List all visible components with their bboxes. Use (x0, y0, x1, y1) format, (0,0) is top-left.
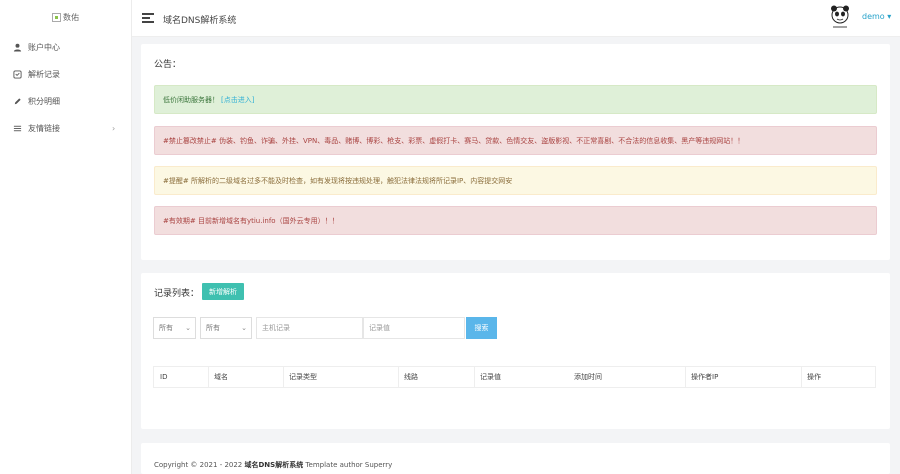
filter-select-1[interactable]: 所有 ⌄ (153, 317, 196, 339)
avatar[interactable] (828, 4, 852, 32)
column-header[interactable]: 操作 (801, 367, 821, 387)
site-title: 域名DNS解析系统 (163, 16, 237, 26)
notice-card: 公告： 低价闲助服务器！ [点击进入] #禁止篡改禁止# 伪装、钓鱼、诈骗、外挂… (141, 44, 890, 260)
add-record-button[interactable]: 新增解析 (202, 283, 244, 300)
column-header[interactable]: 记录值 (474, 367, 501, 387)
filter-select-2[interactable]: 所有 ⌄ (200, 317, 252, 339)
sidebar-item-label: 账户中心 (28, 43, 60, 52)
alert-prohibited: #禁止篡改禁止# 伪装、钓鱼、诈骗、外挂、VPN、毒品、赌博、博彩、枪支、彩票、… (154, 126, 877, 155)
menu-toggle-icon[interactable] (142, 13, 154, 23)
record-icon (11, 69, 23, 81)
host-record-input[interactable]: 主机记录 (256, 317, 363, 339)
sidebar-item-label: 友情链接 (28, 124, 60, 133)
record-value-input[interactable]: 记录值 (363, 317, 465, 339)
records-table-header: ID 域名 记录类型 线路 记录值 添加时间 操作者IP 操作 (153, 366, 876, 388)
sidebar-item-label: 积分明细 (28, 97, 60, 106)
chevron-right-icon: › (112, 124, 116, 133)
chevron-down-icon: ⌄ (241, 324, 247, 332)
sidebar-item-label: 解析记录 (28, 70, 60, 79)
search-button[interactable]: 搜索 (466, 317, 497, 339)
alert-validity: #有效期# 目前新增域名有ytiu.info（国外云专用）！！ (154, 206, 877, 235)
footer: Copyright © 2021 - 2022 域名DNS解析系统 Templa… (141, 443, 890, 474)
enter-link[interactable]: [点击进入] (221, 95, 254, 105)
sidebar-item-links[interactable]: 友情链接 › (0, 115, 131, 142)
broken-image-icon (52, 12, 61, 22)
sidebar-item-account[interactable]: 账户中心 (0, 34, 131, 61)
column-header[interactable]: 添加时间 (574, 367, 602, 387)
copyright-prefix: Copyright © 2021 - 2022 (154, 461, 245, 469)
sidebar-item-points[interactable]: 积分明细 (0, 88, 131, 115)
column-header[interactable]: 域名 (208, 367, 228, 387)
list-icon (11, 123, 23, 135)
alert-success: 低价闲助服务器！ [点击进入] (154, 85, 877, 114)
footer-brand: 域名DNS解析系统 (244, 461, 304, 469)
sidebar-item-records[interactable]: 解析记录 (0, 61, 131, 88)
logo[interactable]: 数佑 (0, 0, 131, 34)
top-bar: 域名DNS解析系统 demo ▾ (132, 0, 900, 37)
notice-title: 公告： (154, 60, 182, 70)
select-value: 所有 (206, 324, 220, 332)
user-icon (11, 42, 23, 54)
column-header[interactable]: 操作者IP (684, 367, 718, 387)
column-header[interactable]: 记录类型 (283, 367, 317, 387)
user-menu[interactable]: demo ▾ (862, 12, 891, 21)
chevron-down-icon: ⌄ (185, 324, 191, 332)
select-value: 所有 (159, 324, 173, 332)
sidebar: 数佑 账户中心 解析记录 积分明细 友情链接 › (0, 0, 132, 474)
logo-alt-text: 数佑 (63, 12, 79, 22)
column-header[interactable]: ID (160, 367, 167, 387)
alert-reminder: #提醒# 所解析的二级域名过多不能及时检查，如有发现将按违规处理，触犯法律法规将… (154, 166, 877, 195)
records-title: 记录列表： (154, 289, 200, 299)
alert-success-text: 低价闲助服务器！ (163, 95, 219, 104)
copyright-suffix: Template author Superry (303, 461, 393, 469)
pencil-icon (11, 96, 23, 108)
column-header[interactable]: 线路 (398, 367, 418, 387)
footer-text: Copyright © 2021 - 2022 域名DNS解析系统 Templa… (154, 460, 392, 470)
records-card: 记录列表： 新增解析 所有 ⌄ 所有 ⌄ 主机记录 记录值 搜索 ID 域名 记… (141, 273, 890, 429)
